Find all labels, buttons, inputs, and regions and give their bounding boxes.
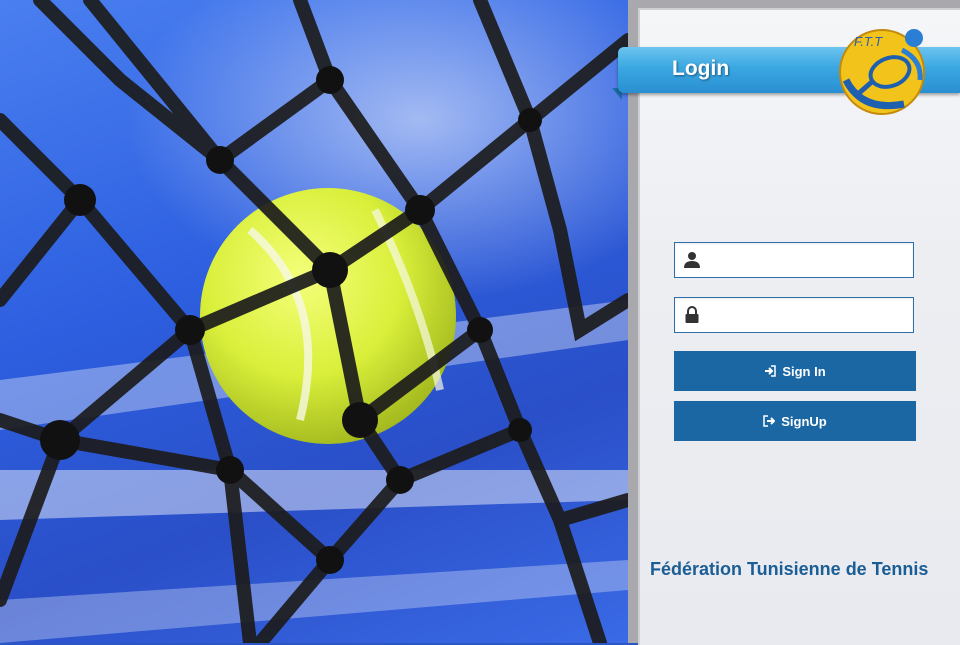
- lock-icon: [675, 298, 709, 332]
- password-field[interactable]: [674, 297, 914, 333]
- password-input[interactable]: [711, 302, 911, 330]
- ftt-logo: F.T.T: [832, 20, 932, 116]
- logo-text: F.T.T: [854, 34, 883, 49]
- federation-name: Fédération Tunisienne de Tennis: [650, 559, 929, 579]
- hero-image-tennis-ball-net: [0, 0, 628, 643]
- user-icon: [675, 243, 709, 277]
- username-field[interactable]: [674, 242, 914, 278]
- sign-in-icon: [764, 365, 777, 377]
- login-title: Login: [672, 57, 730, 80]
- sign-in-label: Sign In: [782, 363, 826, 379]
- username-input[interactable]: [711, 247, 911, 275]
- sign-up-label: SignUp: [781, 413, 827, 429]
- sign-out-icon: [763, 415, 776, 427]
- sign-up-button[interactable]: SignUp: [674, 401, 916, 441]
- tennis-net-illustration: [0, 0, 628, 643]
- sign-in-button[interactable]: Sign In: [674, 351, 916, 391]
